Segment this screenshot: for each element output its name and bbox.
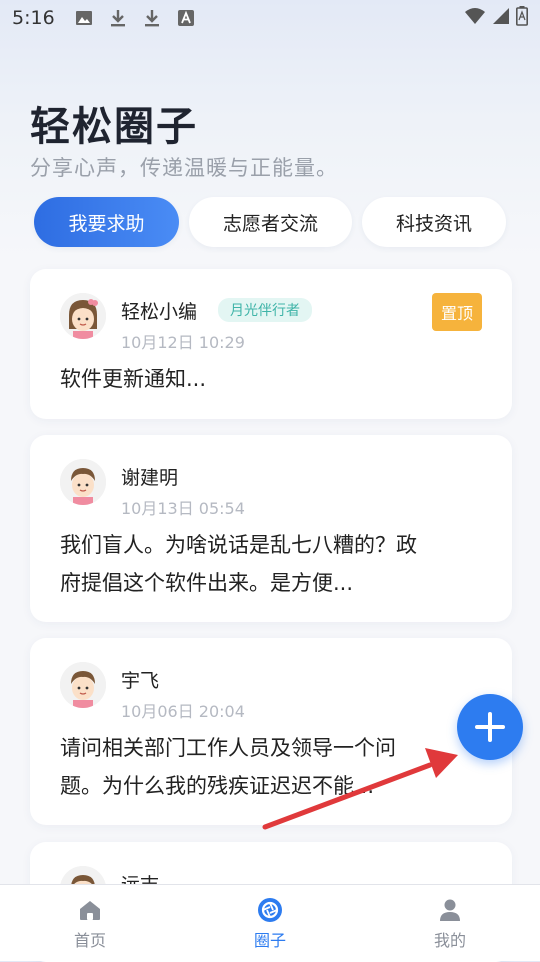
tab-help[interactable]: 我要求助 (34, 197, 179, 247)
post-card[interactable]: 谢建明 10月13日 05:54 我们盲人。为啥说话是乱七八糟的？政 府提倡这个… (30, 435, 512, 622)
post-content-line: 题。为什么我的残疾证迟迟不能... (60, 774, 375, 798)
circle-icon (257, 897, 283, 923)
post-author: 宇飞 (121, 670, 160, 692)
post-card[interactable]: 宇飞 10月06日 20:04 请问相关部门工作人员及领导一个问 题。为什么我的… (30, 638, 512, 825)
post-time: 10月06日 20:04 (121, 702, 245, 721)
battery-icon (516, 6, 528, 30)
download-icon (107, 7, 129, 29)
tab-volunteer-exchange[interactable]: 志愿者交流 (189, 197, 352, 247)
plus-icon (475, 712, 505, 742)
home-icon (77, 897, 103, 923)
category-tabs: 我要求助 志愿者交流 科技资讯 (34, 197, 506, 247)
tab-tech-news[interactable]: 科技资讯 (362, 197, 506, 247)
post-content: 请问相关部门工作人员及领导一个问 题。为什么我的残疾证迟迟不能... (60, 729, 482, 805)
post-content: 我们盲人。为啥说话是乱七八糟的？政 府提倡这个软件出来。是方便... (60, 526, 482, 602)
post-time: 10月12日 10:29 (121, 333, 245, 352)
add-post-button[interactable] (457, 694, 523, 760)
page-title: 轻松圈子 (30, 104, 198, 150)
bottom-nav: 首页 圈子 我的 (0, 884, 540, 961)
post-author: 谢建明 (121, 467, 179, 489)
page-subtitle: 分享心声，传递温暖与正能量。 (30, 156, 338, 180)
image-notification-icon (73, 7, 95, 29)
avatar (60, 459, 106, 505)
avatar (60, 293, 106, 339)
post-content-line: 府提倡这个软件出来。是方便... (60, 571, 354, 595)
post-content-line: 软件更新通知... (60, 367, 207, 391)
avatar (60, 662, 106, 708)
nav-profile-label: 我的 (433, 931, 466, 950)
post-content-line: 请问相关部门工作人员及领导一个问 (60, 736, 396, 760)
a-box-icon (175, 7, 197, 29)
nav-circle[interactable]: 圈子 (180, 885, 360, 961)
nav-profile[interactable]: 我的 (360, 885, 540, 961)
status-bar: 5:16 (0, 0, 540, 36)
nav-circle-label: 圈子 (253, 931, 286, 950)
post-card[interactable]: 轻松小编 月光伴行者 10月12日 10:29 置顶 软件更新通知... (30, 269, 512, 419)
post-content-line: 我们盲人。为啥说话是乱七八糟的？政 (60, 533, 417, 557)
download-icon (141, 7, 163, 29)
pinned-badge: 置顶 (431, 293, 482, 331)
nav-home[interactable]: 首页 (0, 885, 180, 961)
signal-icon (492, 7, 510, 29)
user-badge: 月光伴行者 (218, 298, 312, 322)
post-time: 10月13日 05:54 (121, 499, 245, 518)
nav-home-label: 首页 (73, 931, 106, 950)
status-time: 5:16 (12, 7, 55, 29)
wifi-icon (464, 7, 486, 29)
post-content: 软件更新通知... (60, 360, 482, 398)
post-author: 轻松小编 (121, 301, 198, 323)
person-icon (437, 897, 463, 923)
